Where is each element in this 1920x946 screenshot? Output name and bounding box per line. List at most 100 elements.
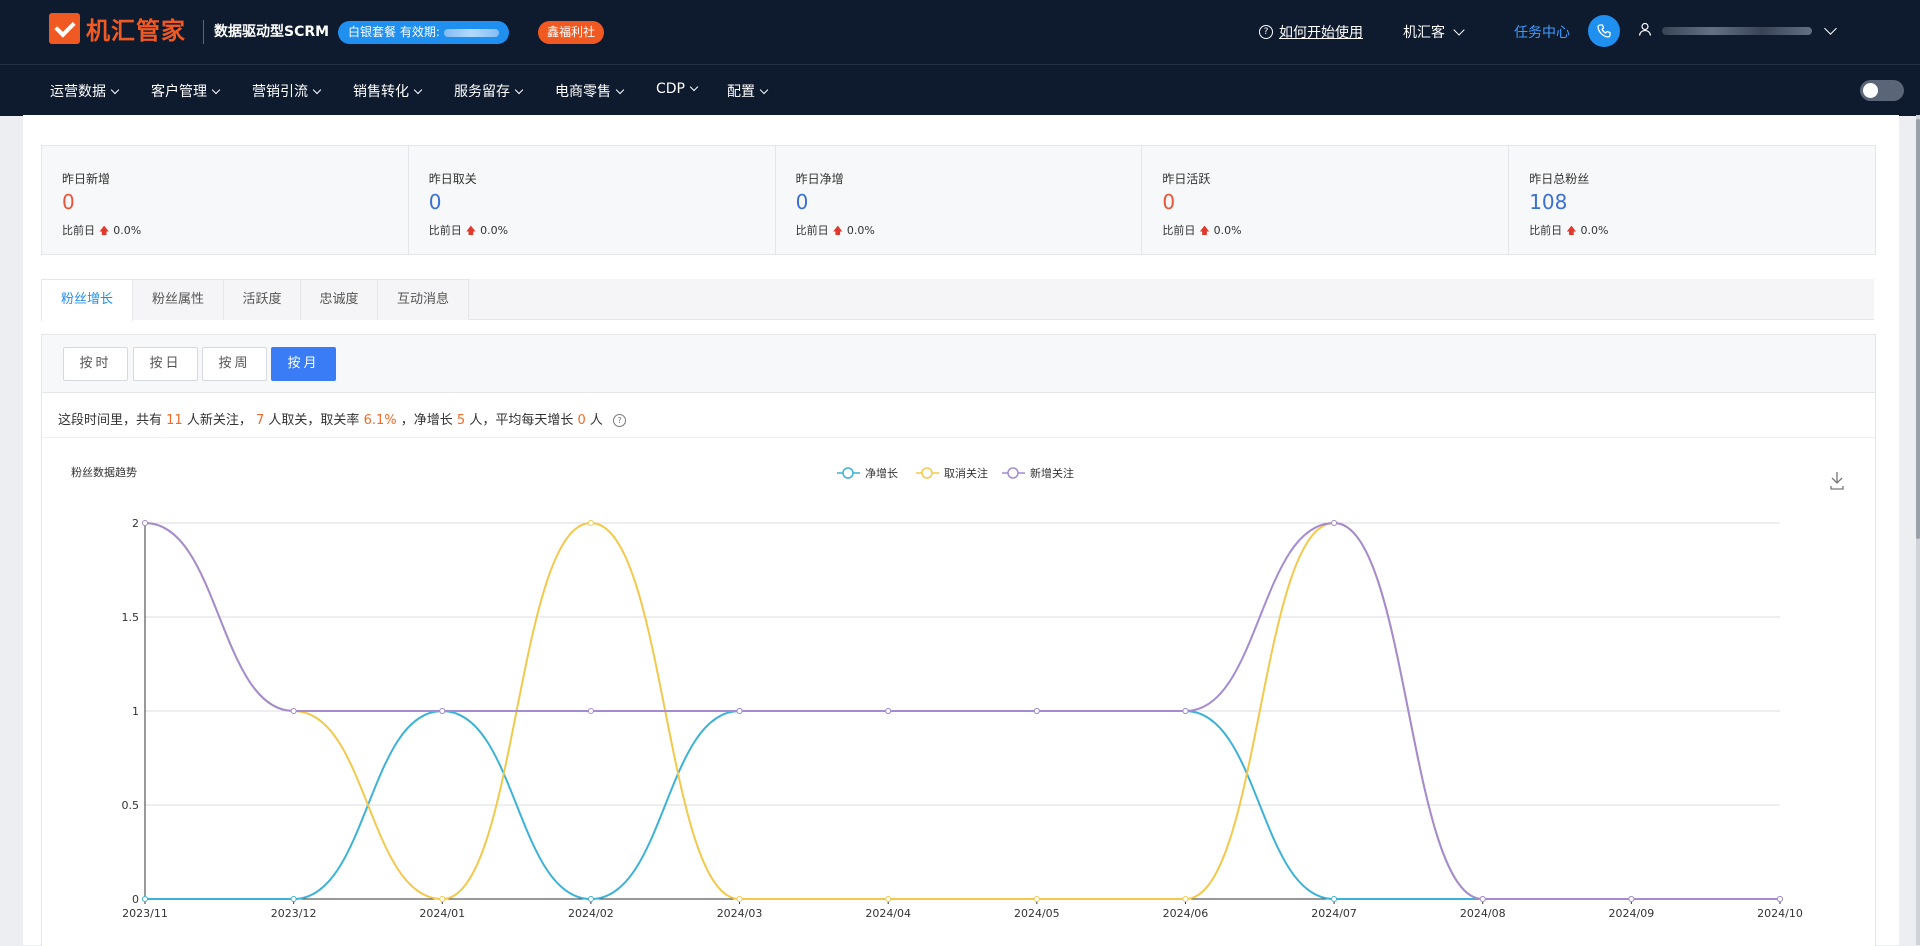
stat-label: 昨日净增	[795, 172, 844, 186]
help-link[interactable]: ? 如何开始使用	[1259, 22, 1363, 42]
chart-axes: 0 0.5 1 1.5 2 2023/11 2023/12 2024/01 2024/02 202…	[122, 517, 1803, 920]
arrow-up-icon: 🡅	[832, 226, 843, 237]
data-point[interactable]	[587, 896, 594, 902]
nav-item-label: 配置	[727, 84, 755, 100]
task-center-link[interactable]: 任务中心	[1514, 22, 1570, 42]
nav-item-marketing[interactable]: 营销引流	[252, 81, 322, 101]
data-point[interactable]	[1033, 896, 1040, 902]
stat-card: 昨日活跃 0 比前日 🡅 0.0%	[1142, 146, 1510, 254]
tab-fan-attributes[interactable]: 粉丝属性	[132, 279, 224, 320]
nav-item-cdp[interactable]: CDP	[656, 81, 699, 97]
data-point[interactable]	[885, 708, 892, 714]
stat-compare: 比前日 🡅 0.0%	[429, 222, 508, 241]
tab-fan-growth[interactable]: 粉丝增长	[41, 279, 133, 321]
nav-item-ops-data[interactable]: 运营数据	[50, 81, 120, 101]
x-tick-label: 2023/12	[271, 907, 317, 920]
stat-compare-label: 比前日	[1529, 224, 1563, 237]
x-tick-label: 2024/05	[1014, 907, 1060, 920]
fan-trend-chart: 粉丝数据趋势 净增长 取消关注 新增关注 0 0.5 1 1.5 2 2023/11 202…	[71, 465, 1844, 920]
theme-toggle[interactable]	[1860, 80, 1904, 101]
arrow-up-icon: 🡅	[465, 226, 477, 237]
tab-interaction-messages[interactable]: 互动消息	[377, 279, 469, 320]
stat-compare-label: 比前日	[795, 224, 829, 237]
y-tick-label: 1	[132, 705, 139, 718]
legend-item-new[interactable]: 新增关注	[1002, 466, 1074, 480]
question-circle-icon: ?	[1259, 25, 1273, 39]
stat-compare-label: 比前日	[1162, 224, 1196, 237]
stat-compare-label: 比前日	[62, 224, 95, 237]
user-name-redacted[interactable]	[1662, 27, 1812, 35]
stat-value: 0	[62, 190, 75, 214]
legend-label-unfollow: 取消关注	[944, 466, 988, 480]
data-point[interactable]	[587, 520, 594, 526]
data-point[interactable]	[1331, 520, 1338, 526]
data-point[interactable]	[1331, 896, 1338, 902]
page-scrollbar[interactable]	[1916, 115, 1920, 945]
legend-item-net[interactable]: 净增长	[837, 466, 898, 480]
stat-label: 昨日活跃	[1162, 172, 1211, 186]
data-point[interactable]	[290, 896, 297, 902]
legend-item-unfollow[interactable]: 取消关注	[916, 466, 988, 480]
data-point[interactable]	[290, 708, 297, 714]
stat-card: 昨日净增 0 比前日 🡅 0.0%	[776, 146, 1143, 254]
phone-button[interactable]	[1588, 15, 1620, 47]
nav-item-config[interactable]: 配置	[727, 81, 769, 101]
legend-label-new: 新增关注	[1030, 466, 1074, 480]
nav-item-sales[interactable]: 销售转化	[353, 81, 423, 101]
nav-item-label: 客户管理	[151, 84, 207, 100]
data-point[interactable]	[1628, 896, 1635, 902]
nav-item-label: 服务留存	[454, 84, 510, 100]
data-point[interactable]	[736, 708, 743, 714]
x-tick-label: 2024/01	[419, 907, 465, 920]
logo[interactable]: 机汇管家	[49, 12, 186, 45]
nav-item-customer[interactable]: 客户管理	[151, 81, 221, 101]
x-tick-label: 2024/08	[1460, 907, 1506, 920]
nav-item-label: CDP	[656, 81, 685, 97]
data-point[interactable]	[1033, 708, 1040, 714]
tab-activity[interactable]: 活跃度	[223, 279, 301, 320]
y-tick-label: 2	[132, 517, 139, 530]
y-tick-label: 0.5	[122, 799, 140, 812]
x-tick-label: 2024/09	[1609, 907, 1655, 920]
stat-compare: 比前日 🡅 0.0%	[1162, 222, 1241, 241]
data-point[interactable]	[142, 520, 148, 526]
user-menu-chevron-icon[interactable]	[1824, 22, 1837, 35]
phone-icon	[1597, 24, 1611, 38]
main-nav: 运营数据 客户管理 营销引流 销售转化 服务留存 电商零售 CDP 配置	[0, 64, 1920, 116]
data-point[interactable]	[439, 896, 446, 902]
y-tick-label: 1.5	[122, 611, 140, 624]
stat-label: 昨日新增	[62, 172, 111, 186]
download-icon[interactable]	[1830, 472, 1844, 490]
data-point[interactable]	[439, 708, 446, 714]
x-tick-label: 2024/04	[865, 907, 911, 920]
tab-loyalty[interactable]: 忠诚度	[300, 279, 378, 320]
stat-change: 0.0%	[846, 224, 875, 237]
nav-item-service[interactable]: 服务留存	[454, 81, 524, 101]
welfare-badge[interactable]: 鑫福利社	[538, 21, 605, 44]
stat-change: 0.0%	[1213, 224, 1242, 237]
stat-card: 昨日新增 0 比前日 🡅 0.0%	[42, 146, 409, 254]
logo-icon	[49, 12, 80, 44]
data-point[interactable]	[1182, 708, 1189, 714]
legend-marker-net	[842, 467, 854, 479]
chevron-down-icon	[689, 82, 699, 92]
logo-text: 机汇管家	[86, 16, 186, 45]
data-point[interactable]	[587, 708, 594, 714]
x-tick-label: 2024/10	[1757, 907, 1803, 920]
arrow-up-icon: 🡅	[99, 226, 110, 237]
nav-item-ecommerce[interactable]: 电商零售	[555, 81, 625, 101]
y-tick-label: 0	[132, 893, 139, 906]
data-point[interactable]	[1777, 896, 1783, 902]
data-point[interactable]	[736, 896, 743, 902]
growth-panel: 按时 按日 按周 按月 这段时间里，共有 11 人新关注， 7 人取关，取关率 …	[41, 334, 1876, 946]
chevron-down-icon	[211, 85, 221, 95]
data-point[interactable]	[142, 896, 148, 902]
stat-change: 0.0%	[113, 224, 142, 237]
data-point[interactable]	[885, 896, 892, 902]
stat-label: 昨日取关	[428, 172, 477, 186]
data-point[interactable]	[1182, 896, 1189, 902]
package-badge[interactable]: 白银套餐 有效期:	[338, 21, 509, 44]
app-switcher[interactable]: 机汇客	[1403, 22, 1465, 42]
analysis-tabs: 粉丝增长 粉丝属性 活跃度 忠诚度 互动消息	[41, 279, 1874, 321]
data-point[interactable]	[1479, 896, 1486, 902]
